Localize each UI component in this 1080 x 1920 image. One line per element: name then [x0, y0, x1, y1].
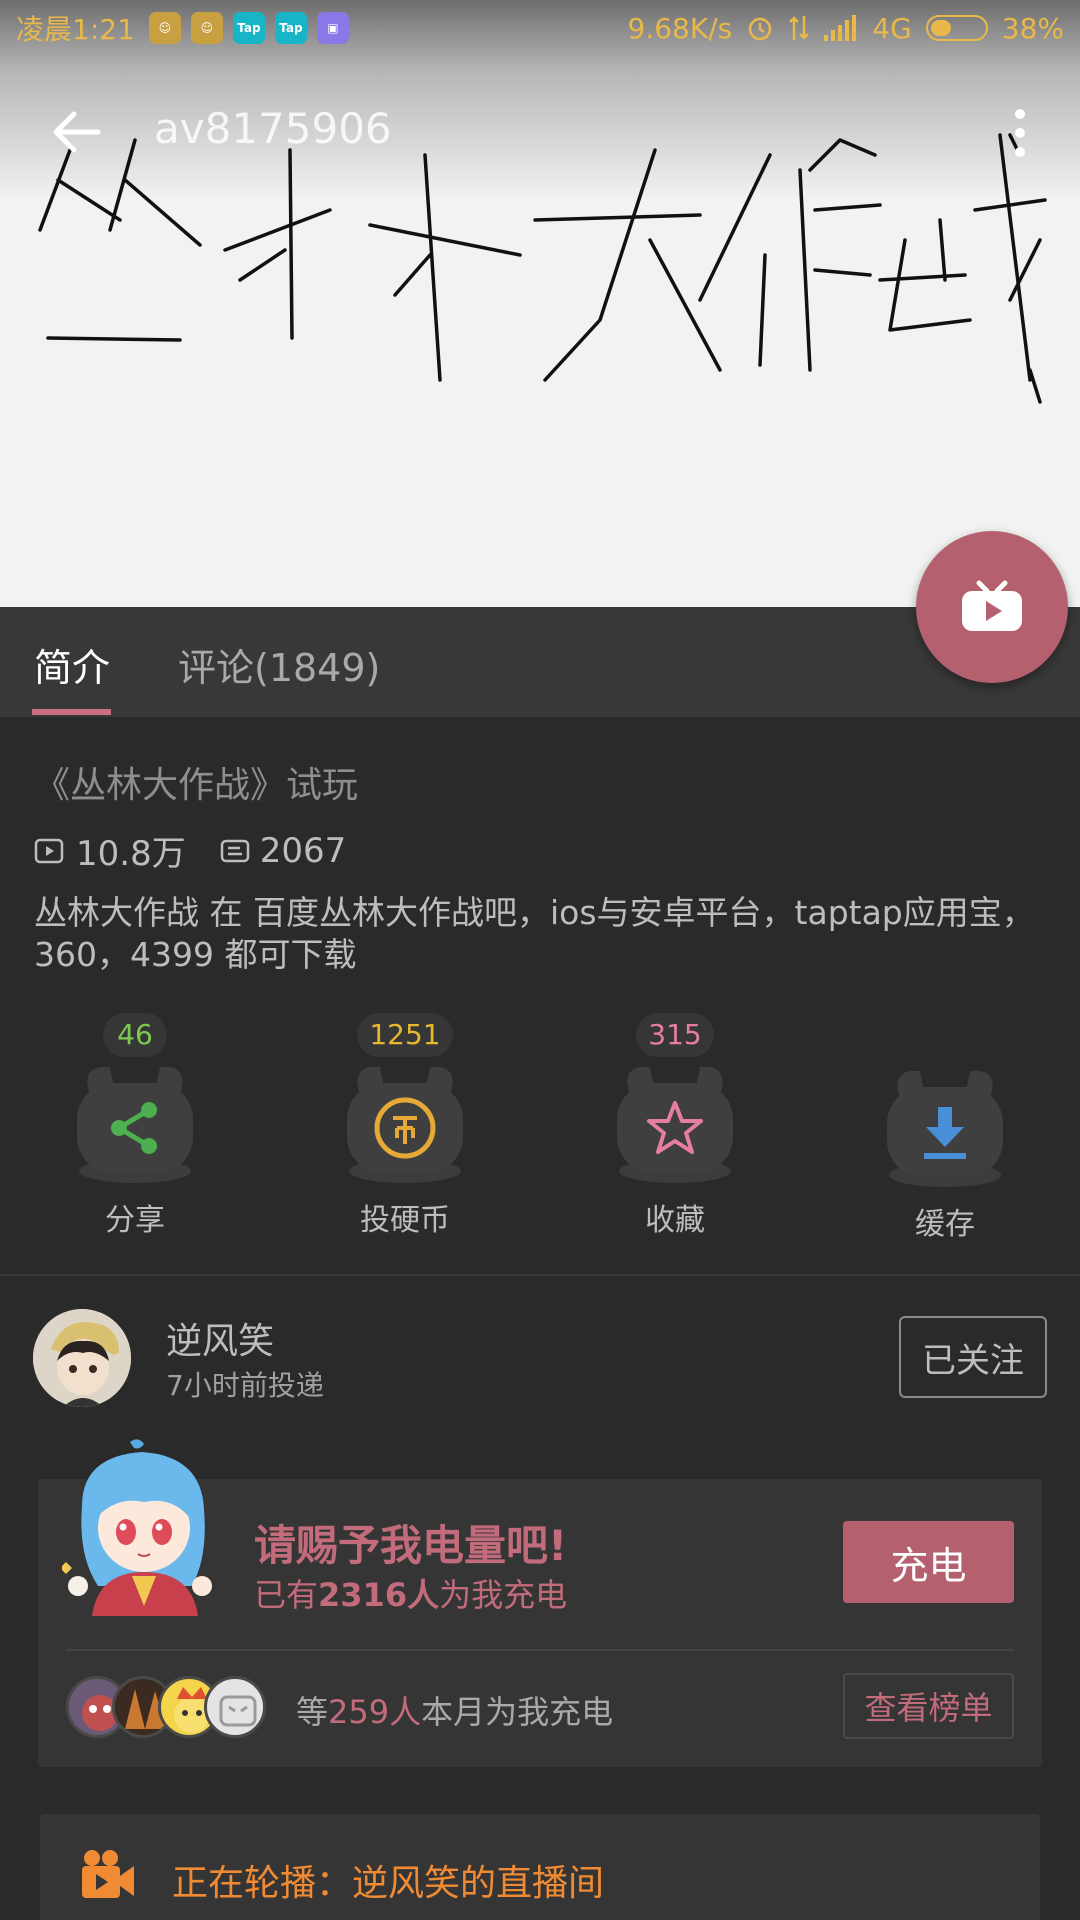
- video-title: 《丛林大作战》试玩: [34, 765, 359, 806]
- download-button[interactable]: 缓存: [855, 1013, 1035, 1243]
- video-cover[interactable]: 凌晨1:21 ☺ ☺ Tap Tap ▣ 9.68K/s 4G 38% av81…: [0, 0, 1080, 607]
- more-options-icon[interactable]: [1000, 106, 1040, 160]
- alarm-icon: [749, 17, 772, 41]
- favorite-label: 收藏: [645, 1203, 705, 1238]
- share-label: 分享: [105, 1203, 165, 1238]
- play-tv-button[interactable]: [916, 531, 1068, 683]
- coin-count: 1251: [357, 1013, 453, 1057]
- danmaku-count: 2067: [259, 830, 347, 871]
- back-arrow-icon[interactable]: [46, 106, 106, 158]
- taptap-icon: Tap: [232, 12, 265, 44]
- iron-man-icon: ☺: [148, 12, 181, 44]
- upload-time: 7小时前投递: [166, 1369, 324, 1402]
- net-speed: 9.68K/s: [627, 11, 733, 45]
- battery-percent: 38%: [1001, 11, 1064, 45]
- mascot-illustration: [62, 1439, 212, 1616]
- charge-title: 请赐予我电量吧!: [254, 1521, 568, 1570]
- view-count: 10.8万: [76, 834, 186, 874]
- download-label: 缓存: [915, 1207, 975, 1242]
- star-icon: [647, 1101, 703, 1154]
- data-transfer-icon: [789, 16, 810, 40]
- supporter-avatar: [204, 1676, 266, 1738]
- play-count-icon: [34, 838, 64, 863]
- favorite-count: 315: [636, 1013, 714, 1057]
- charge-subtitle: 已有2316人为我充电: [254, 1576, 568, 1614]
- coin-label: 投硬币: [360, 1203, 450, 1238]
- supporter-avatars[interactable]: [66, 1676, 276, 1738]
- iron-man-icon: ☺: [190, 12, 223, 44]
- battery-icon: [925, 15, 988, 41]
- supporters-text: 等259人本月为我充电: [296, 1693, 614, 1731]
- signal-icon: [824, 15, 857, 41]
- uploader-avatar[interactable]: [33, 1309, 131, 1407]
- share-icon: [111, 1102, 157, 1154]
- danmaku-icon: [220, 839, 249, 862]
- share-button[interactable]: 46 分享: [45, 1013, 225, 1239]
- app-icon: ▣: [316, 12, 349, 44]
- tab-comments[interactable]: 评论(1849): [178, 637, 380, 692]
- network-type: 4G: [872, 11, 912, 45]
- live-text: 正在轮播：逆风笑的直播间: [172, 1863, 605, 1904]
- download-icon: [924, 1107, 966, 1159]
- status-bar: 凌晨1:21 ☺ ☺ Tap Tap ▣ 9.68K/s 4G 38%: [0, 0, 1080, 56]
- status-time: 凌晨1:21: [16, 13, 135, 46]
- section-divider: [0, 1274, 1080, 1276]
- tab-intro[interactable]: 简介: [34, 637, 110, 692]
- follow-button[interactable]: 已关注: [899, 1316, 1047, 1398]
- charge-button[interactable]: 充电: [843, 1521, 1014, 1603]
- share-count: 46: [103, 1013, 167, 1057]
- charge-count: 2316人: [318, 1576, 440, 1614]
- coin-icon: [374, 1097, 436, 1159]
- tv-icon: [962, 580, 1022, 631]
- top-bar: av8175906: [0, 92, 1080, 172]
- view-ranking-button[interactable]: 查看榜单: [843, 1673, 1014, 1739]
- favorite-button[interactable]: 315 收藏: [585, 1013, 765, 1239]
- video-description: 丛林大作战 在 百度丛林大作战吧，ios与安卓平台，taptap应用宝，360，…: [34, 893, 1035, 974]
- coin-button[interactable]: 1251 投硬币: [315, 1013, 495, 1239]
- video-id: av8175906: [154, 104, 392, 153]
- video-camera-icon: [82, 1850, 134, 1898]
- uploader-name[interactable]: 逆风笑: [166, 1312, 274, 1364]
- video-stats: 10.8万 2067: [34, 826, 346, 875]
- tab-indicator: [32, 709, 111, 715]
- card-divider: [66, 1649, 1014, 1651]
- taptap-icon: Tap: [274, 12, 307, 44]
- supporters-count: 259人: [328, 1693, 422, 1731]
